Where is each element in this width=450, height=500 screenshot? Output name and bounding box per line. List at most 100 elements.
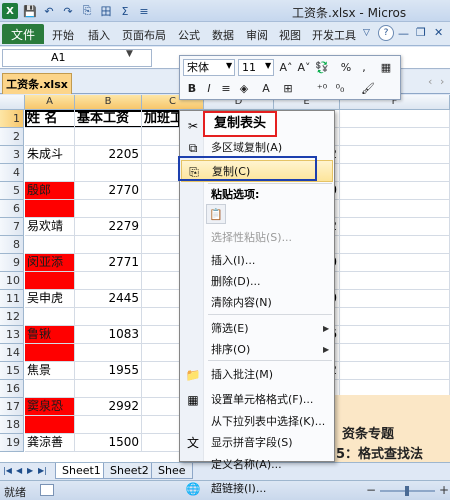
cell-f3[interactable]: [340, 146, 450, 164]
cell-a7[interactable]: 易欢靖: [25, 218, 75, 236]
format-painter-icon[interactable]: 🖌: [360, 80, 376, 96]
cell-a10[interactable]: [25, 272, 75, 290]
redo-icon[interactable]: ↷: [60, 3, 76, 19]
cell-a5[interactable]: 殷郎: [25, 182, 75, 200]
inc-decimal-icon[interactable]: ⁺⁰: [314, 80, 330, 96]
cell-f10[interactable]: [340, 272, 450, 290]
cell-f11[interactable]: [340, 290, 450, 308]
menu-item-multi-copy[interactable]: ⧉ 多区域复制(A): [181, 137, 333, 159]
name-box-dropdown-icon[interactable]: ▼: [126, 49, 133, 59]
cell-b14[interactable]: [75, 344, 142, 362]
cell-b19[interactable]: 1500: [75, 434, 142, 452]
save-icon[interactable]: 💾: [22, 3, 38, 19]
grow-font-icon[interactable]: A˄: [278, 59, 294, 75]
fill-color-icon[interactable]: ◈: [236, 80, 252, 96]
row-header[interactable]: 15: [0, 362, 24, 380]
restore-icon[interactable]: ❐: [416, 26, 426, 39]
row-header[interactable]: 14: [0, 344, 24, 362]
cell-b6[interactable]: [75, 200, 142, 218]
tab-review[interactable]: 审阅: [246, 27, 268, 43]
cell-b17[interactable]: 2992: [75, 398, 142, 416]
cell-a6[interactable]: [25, 200, 75, 218]
cell-f1[interactable]: [340, 110, 450, 128]
dec-decimal-icon[interactable]: ⁰₀: [332, 80, 348, 96]
prev-sheet-icon[interactable]: ◀: [16, 466, 22, 475]
last-sheet-icon[interactable]: ▶|: [38, 466, 47, 475]
cell-a16[interactable]: [25, 380, 75, 398]
cell-a19[interactable]: 龚涼善: [25, 434, 75, 452]
next-sheet-icon[interactable]: ▶: [27, 466, 33, 475]
menu-item-clear[interactable]: 清除内容(N): [181, 292, 333, 314]
row-header[interactable]: 8: [0, 236, 24, 254]
row-header[interactable]: 16: [0, 380, 24, 398]
row-header[interactable]: 10: [0, 272, 24, 290]
zoom-in-icon[interactable]: +: [439, 483, 449, 497]
cell-f9[interactable]: [340, 254, 450, 272]
cell-a8[interactable]: [25, 236, 75, 254]
scroll-right-icon[interactable]: ›: [440, 75, 444, 88]
cell-f6[interactable]: [340, 200, 450, 218]
row-header[interactable]: 12: [0, 308, 24, 326]
tab-view[interactable]: 视图: [279, 27, 301, 43]
cell-b11[interactable]: 2445: [75, 290, 142, 308]
border-icon[interactable]: 田: [98, 3, 114, 19]
sum-icon[interactable]: Σ: [117, 3, 133, 19]
row-header[interactable]: 5: [0, 182, 24, 200]
bold-icon[interactable]: B: [184, 80, 200, 96]
font-dropdown-icon[interactable]: ▼: [226, 61, 232, 70]
menu-item-format-cells[interactable]: ▦ 设置单元格格式(F)...: [181, 389, 333, 411]
cell-b5[interactable]: 2770: [75, 182, 142, 200]
cell-f12[interactable]: [340, 308, 450, 326]
cell-f8[interactable]: [340, 236, 450, 254]
cell-b3[interactable]: 2205: [75, 146, 142, 164]
macro-record-icon[interactable]: [40, 484, 54, 496]
workbook-tab[interactable]: 工资条.xlsx: [2, 73, 72, 94]
tab-file[interactable]: 文件: [2, 24, 44, 44]
menu-item-delete[interactable]: 删除(D)...: [181, 271, 333, 293]
tab-formulas[interactable]: 公式: [178, 27, 200, 43]
undo-icon[interactable]: ↶: [41, 3, 57, 19]
font-color-icon[interactable]: A: [258, 80, 274, 96]
tab-insert[interactable]: 插入: [88, 27, 110, 43]
menu-item-hyperlink[interactable]: 🌐 超链接(I)...: [181, 478, 333, 500]
cell-f15[interactable]: [340, 362, 450, 380]
paste-option-icon[interactable]: 📋: [206, 204, 226, 224]
cell-b8[interactable]: [75, 236, 142, 254]
sheet-tab-2[interactable]: Sheet2: [103, 463, 156, 479]
row-header[interactable]: 2: [0, 128, 24, 146]
zoom-out-icon[interactable]: −: [366, 483, 376, 497]
cell-a17[interactable]: 窦泉恐: [25, 398, 75, 416]
size-dropdown-icon[interactable]: ▼: [265, 61, 271, 70]
cell-b4[interactable]: [75, 164, 142, 182]
center-icon[interactable]: ≡: [218, 80, 234, 96]
borders-icon[interactable]: ⊞: [280, 80, 296, 96]
cell-b13[interactable]: 1083: [75, 326, 142, 344]
cell-a2[interactable]: [25, 128, 75, 146]
cell-a1[interactable]: 姓 名: [25, 110, 75, 128]
excel-logo-icon[interactable]: X: [2, 3, 18, 19]
cell-b15[interactable]: 1955: [75, 362, 142, 380]
cell-b12[interactable]: [75, 308, 142, 326]
column-header-a[interactable]: A: [25, 95, 75, 110]
cell-a3[interactable]: 朱成斗: [25, 146, 75, 164]
zoom-slider-thumb[interactable]: [405, 486, 409, 496]
align-icon[interactable]: ≡: [136, 3, 152, 19]
row-header[interactable]: 6: [0, 200, 24, 218]
cell-a12[interactable]: [25, 308, 75, 326]
italic-icon[interactable]: I: [201, 80, 217, 96]
close-icon[interactable]: ✕: [434, 26, 443, 39]
cell-f13[interactable]: [340, 326, 450, 344]
row-header[interactable]: 11: [0, 290, 24, 308]
first-sheet-icon[interactable]: |◀: [3, 466, 12, 475]
cell-f2[interactable]: [340, 128, 450, 146]
row-header[interactable]: 9: [0, 254, 24, 272]
tab-developer[interactable]: 开发工具: [312, 27, 356, 43]
paste-format-icon[interactable]: ⎘: [79, 3, 95, 19]
cell-f14[interactable]: [340, 344, 450, 362]
cell-b1[interactable]: 基本工资: [75, 110, 142, 128]
scroll-left-icon[interactable]: ‹: [428, 75, 432, 88]
row-header[interactable]: 19: [0, 434, 24, 452]
row-header[interactable]: 17: [0, 398, 24, 416]
menu-item-insert[interactable]: 插入(I)...: [181, 250, 333, 272]
shrink-font-icon[interactable]: A˅: [296, 59, 312, 75]
